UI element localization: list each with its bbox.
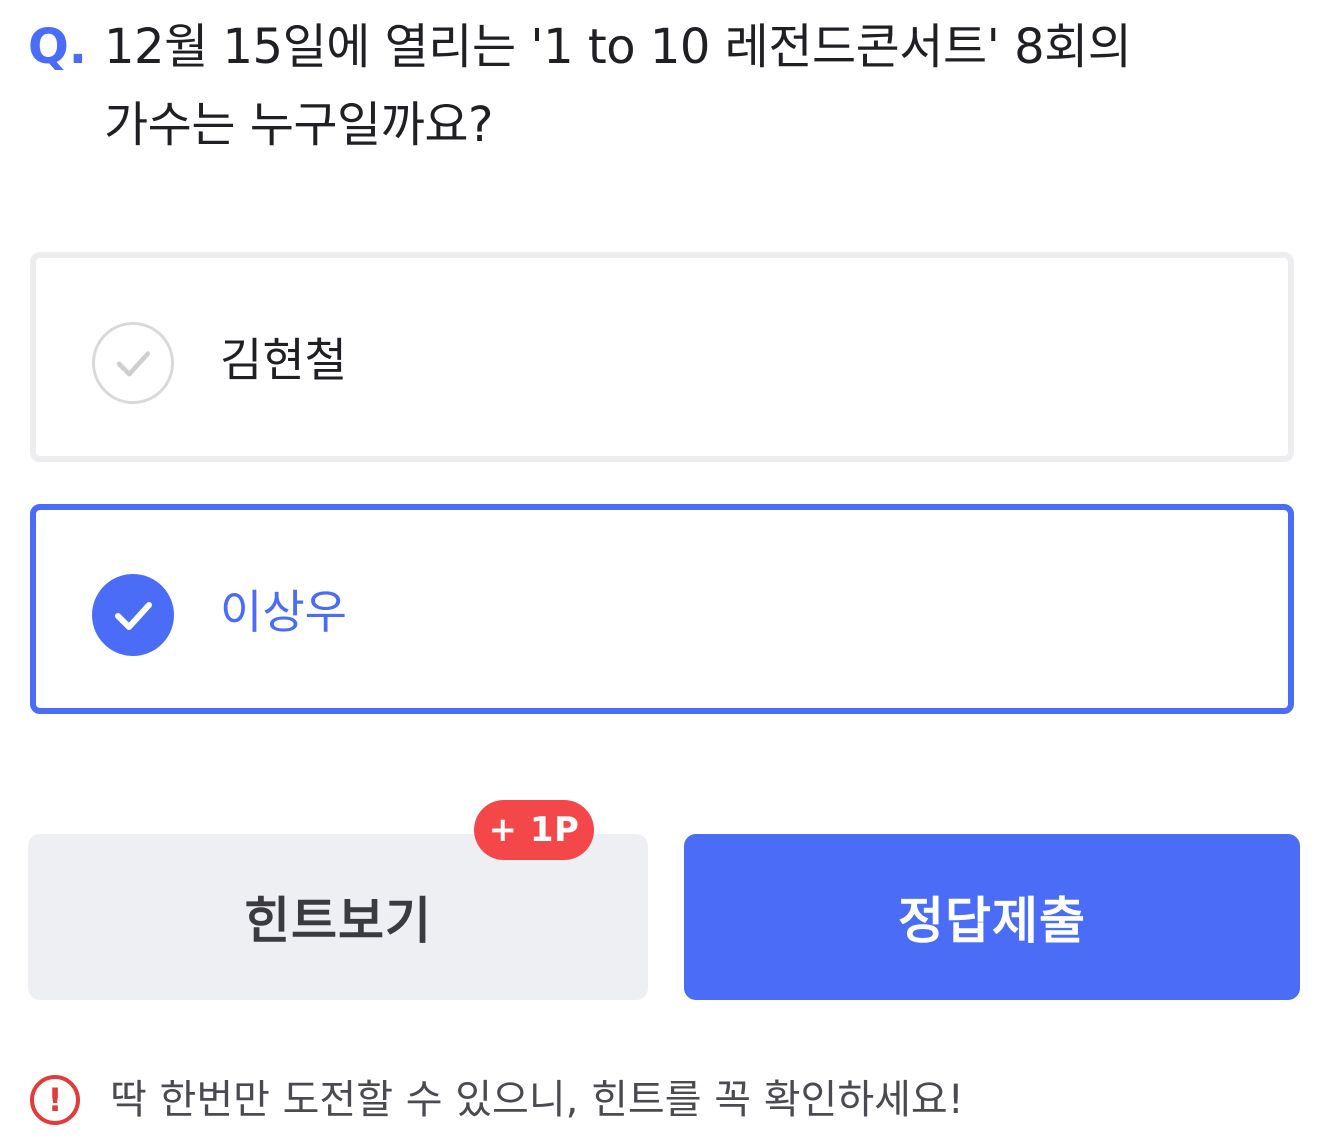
answer-option-2[interactable]: 이상우	[30, 504, 1294, 714]
check-circle-icon	[92, 574, 174, 656]
notice-text: 딱 한번만 도전할 수 있으니, 힌트를 꼭 확인하세요!	[110, 1077, 964, 1123]
question-text: 12월 15일에 열리는 '1 to 10 레전드콘서트' 8회의 가수는 누구…	[104, 8, 1132, 164]
question-prefix: Q.	[28, 19, 88, 75]
answer-option-1[interactable]: 김현철	[30, 252, 1294, 462]
answer-option-label: 김현철	[220, 333, 347, 387]
question-line-2: 가수는 누구일까요?	[104, 97, 494, 153]
question: Q. 12월 15일에 열리는 '1 to 10 레전드콘서트' 8회의 가수는…	[28, 8, 1298, 164]
question-line-1: 12월 15일에 열리는 '1 to 10 레전드콘서트' 8회의	[104, 19, 1132, 75]
exclamation-circle-icon: !	[30, 1075, 80, 1125]
check-circle-icon	[92, 322, 174, 404]
hint-point-badge: + 1P	[474, 800, 594, 860]
submit-answer-button[interactable]: 정답제출	[684, 834, 1300, 1000]
answer-option-label: 이상우	[220, 585, 347, 639]
notice: ! 딱 한번만 도전할 수 있으니, 힌트를 꼭 확인하세요!	[30, 1070, 964, 1130]
